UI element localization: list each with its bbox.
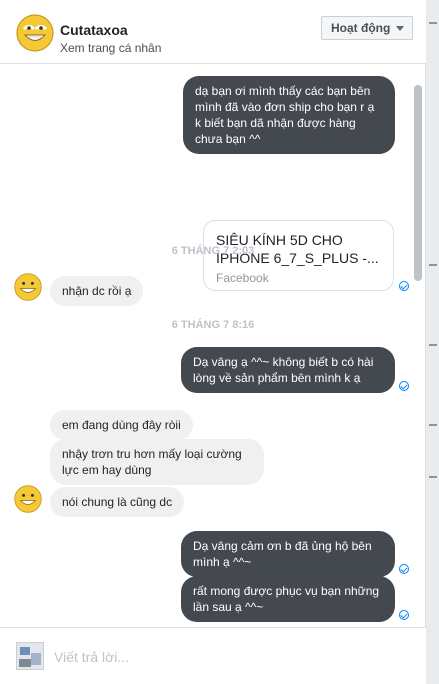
outgoing-message: dạ bạn ơi mình thấy các bạn bên mình đã … <box>183 76 395 154</box>
status-label: Hoạt động <box>331 21 391 35</box>
reply-input[interactable]: Viết trả lời... <box>54 649 129 665</box>
seen-check-icon <box>399 564 409 574</box>
shared-link-source: Facebook <box>216 271 269 285</box>
incoming-message: nhậy trơn tru hơn mấy loại cường lực em … <box>50 439 264 485</box>
outgoing-message: Dạ vâng ạ ^^~ không biết b có hài lòng v… <box>181 347 395 393</box>
contact-name[interactable]: Cutataxoa <box>60 22 128 38</box>
seen-check-icon <box>399 610 409 620</box>
status-dropdown-button[interactable]: Hoạt động <box>321 16 413 40</box>
incoming-message: nhận dc rồi ạ <box>50 276 144 306</box>
incoming-message: em đang dùng đây ròii <box>50 410 193 440</box>
timestamp: 6 THÁNG 7 2:03 <box>171 245 255 257</box>
chat-panel: Cutataxoa Xem trang cá nhân Hoạt động dạ… <box>0 0 426 684</box>
timestamp: 6 THÁNG 7 8:16 <box>171 319 255 331</box>
view-profile-link[interactable]: Xem trang cá nhân <box>60 41 161 55</box>
background-fragment <box>429 476 437 478</box>
seen-check-icon <box>399 281 409 291</box>
composer-avatar-icon <box>16 642 44 670</box>
background-fragment <box>429 264 437 266</box>
outgoing-message: rất mong được phục vụ bạn những lần sau … <box>181 576 395 622</box>
seen-check-icon <box>399 381 409 391</box>
background-fragment <box>429 344 437 346</box>
chat-header: Cutataxoa Xem trang cá nhân Hoạt động <box>0 0 426 64</box>
thread-scrollbar[interactable] <box>414 85 422 281</box>
contact-smiley-icon <box>14 273 42 301</box>
outgoing-message: Dạ vâng cảm ơn b đã ủng hộ bên mình ạ ^^… <box>181 531 395 577</box>
contact-smiley-icon <box>14 485 42 513</box>
contact-avatar-smiley-icon[interactable] <box>16 14 54 52</box>
caret-down-icon <box>396 26 404 31</box>
incoming-message: nói chung là cũng dc <box>50 487 185 517</box>
background-fragment <box>429 424 437 426</box>
reply-composer: Viết trả lời... <box>0 627 426 684</box>
background-page <box>425 0 439 684</box>
message-thread[interactable]: dạ bạn ơi mình thấy các bạn bên mình đã … <box>0 64 426 627</box>
background-fragment <box>429 22 437 24</box>
